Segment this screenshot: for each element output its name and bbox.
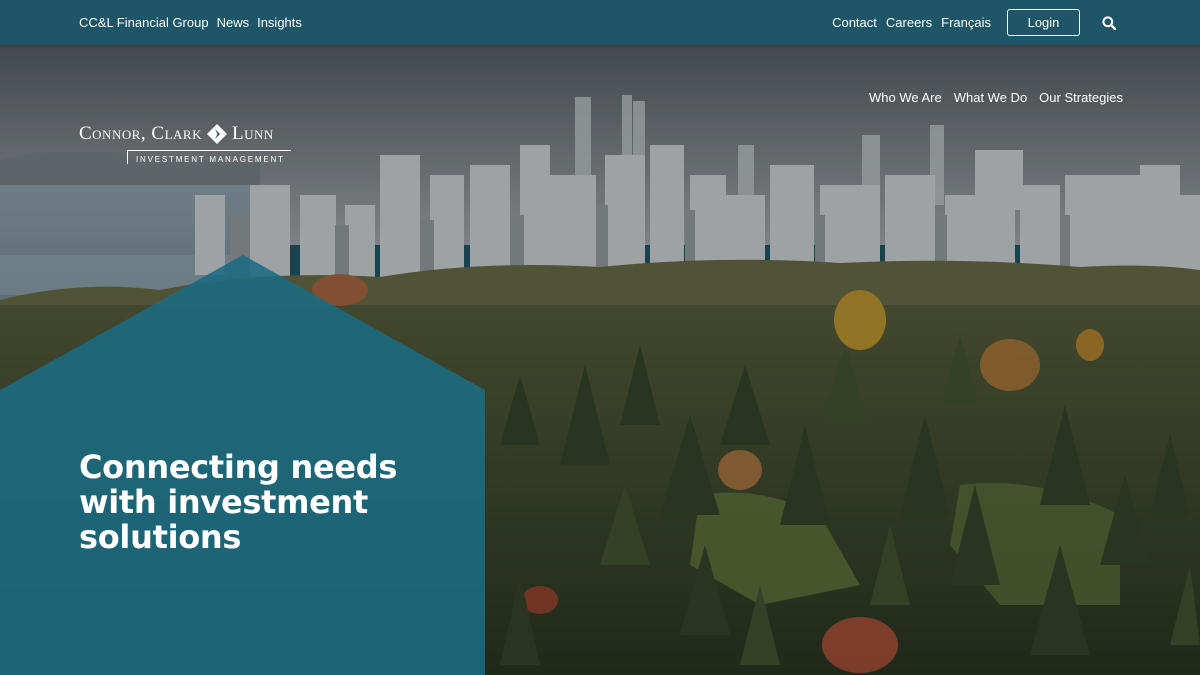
main-nav: Who We Are What We Do Our Strategies [869, 90, 1123, 105]
nav-who-we-are[interactable]: Who We Are [869, 90, 942, 105]
hero-section: Connor, Clark Lunn INVESTMENT MANAGEMENT… [0, 45, 1200, 675]
logo-diamond-icon [206, 123, 228, 145]
search-icon[interactable] [1097, 11, 1121, 35]
top-utility-bar: CC&L Financial Group News Insights Conta… [0, 0, 1200, 45]
logo-name-text: Connor, Clark [79, 123, 202, 144]
link-contact[interactable]: Contact [832, 15, 877, 30]
link-careers[interactable]: Careers [886, 15, 932, 30]
login-button[interactable]: Login [1007, 9, 1080, 36]
logo-subtitle: INVESTMENT MANAGEMENT [127, 150, 291, 164]
logo-name-text-2: Lunn [231, 123, 274, 144]
link-francais[interactable]: Français [941, 15, 991, 30]
link-news[interactable]: News [217, 15, 250, 30]
top-left-links: CC&L Financial Group News Insights [79, 15, 302, 30]
company-logo[interactable]: Connor, Clark Lunn INVESTMENT MANAGEMENT [79, 123, 294, 171]
top-right-links: Contact Careers Français Login [832, 9, 1121, 36]
link-ccl-financial-group[interactable]: CC&L Financial Group [79, 15, 209, 30]
link-insights[interactable]: Insights [257, 15, 302, 30]
nav-our-strategies[interactable]: Our Strategies [1039, 90, 1123, 105]
hero-headline: Connecting needs with investment solutio… [79, 448, 398, 556]
nav-what-we-do[interactable]: What We Do [954, 90, 1027, 105]
